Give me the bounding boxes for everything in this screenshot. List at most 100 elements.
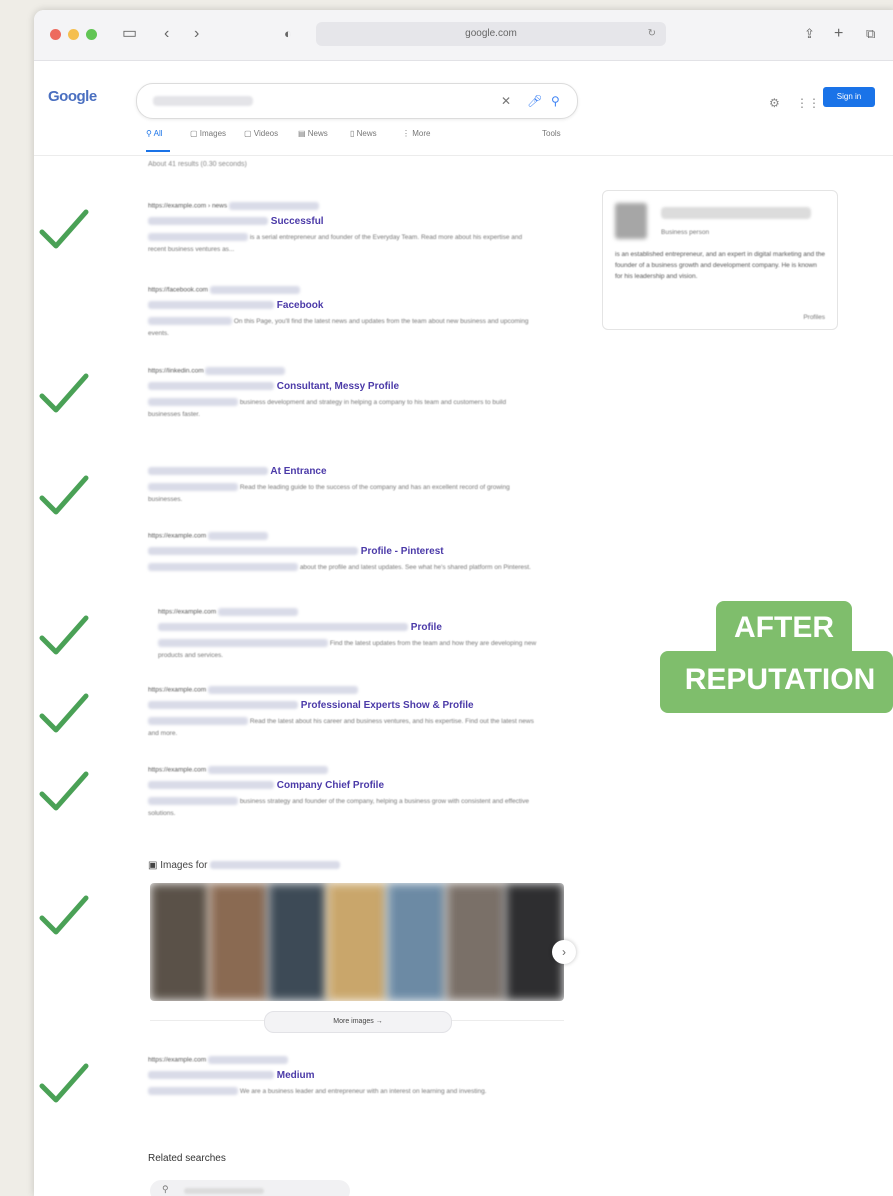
new-tab-icon[interactable]: +	[834, 23, 843, 45]
result-title[interactable]: Successful	[148, 216, 538, 230]
search-result[interactable]: https://example.com Medium We are a busi…	[148, 1056, 538, 1098]
related-searches-header: Related searches	[148, 1153, 226, 1164]
shield-icon[interactable]: ◐	[284, 23, 292, 45]
tab-videos-icon: ▢	[244, 129, 254, 138]
forward-icon[interactable]: ›	[194, 23, 199, 45]
tab-news-icon: ▤	[298, 129, 308, 138]
result-snippet: business development and strategy in hel…	[148, 398, 507, 418]
result-url[interactable]: https://facebook.com	[148, 286, 538, 296]
image-thumbnail[interactable]	[150, 883, 210, 1001]
microphone-icon[interactable]: 🎤︎	[527, 92, 542, 110]
image-thumbnail[interactable]	[268, 883, 328, 1001]
search-icon[interactable]: ⚲	[551, 92, 560, 110]
address-bar[interactable]: google.com ↻	[316, 22, 666, 46]
result-snippet: about the profile and latest updates. Se…	[148, 562, 538, 574]
result-title[interactable]: Profile - Pinterest	[148, 546, 538, 560]
search-icon: ⚲	[162, 1184, 169, 1194]
arrow-right-icon: →	[375, 1018, 383, 1025]
image-carousel[interactable]	[150, 883, 564, 1001]
search-query-blurred	[153, 96, 253, 106]
back-icon[interactable]: ‹	[164, 23, 169, 45]
result-title[interactable]: Company Chief Profile	[148, 780, 538, 794]
settings-icon[interactable]: ⚙	[769, 96, 780, 110]
search-result[interactable]: https://example.com › news Successful is…	[148, 202, 538, 256]
search-result[interactable]: https://facebook.com Facebook On this Pa…	[148, 286, 538, 340]
tab-all-icon: ⚲	[146, 129, 154, 138]
search-result[interactable]: https://example.com Profile Find the lat…	[158, 608, 538, 662]
carousel-next-button[interactable]: ›	[552, 940, 576, 964]
result-url[interactable]: https://linkedin.com	[148, 367, 538, 377]
result-title[interactable]: At Entrance	[148, 466, 538, 480]
checkmark-icon	[36, 1060, 90, 1106]
badge-line-2: REPUTATION	[684, 663, 876, 696]
zoom-window-button[interactable]	[86, 29, 97, 40]
search-result[interactable]: https://example.com Professional Experts…	[148, 686, 538, 740]
search-input[interactable]: ✕ 🎤︎ ⚲	[136, 83, 578, 119]
result-url[interactable]: https://example.com	[148, 532, 538, 542]
knowledge-panel: Business person is an established entrep…	[602, 190, 838, 330]
result-title[interactable]: Profile	[158, 622, 538, 636]
profile-photo[interactable]	[615, 203, 647, 239]
checkmark-icon	[36, 472, 90, 518]
clear-icon[interactable]: ✕	[501, 92, 511, 110]
share-icon[interactable]: ⇪	[804, 23, 815, 45]
result-url[interactable]: https://example.com › news	[148, 202, 538, 212]
result-snippet: We are a business leader and entrepreneu…	[148, 1086, 538, 1098]
image-thumbnail[interactable]	[445, 883, 505, 1001]
search-result[interactable]: https://example.com Profile - Pinterest …	[148, 532, 538, 574]
related-search-text-blurred	[184, 1188, 264, 1194]
result-url[interactable]: https://example.com	[148, 686, 538, 696]
tab-news-2[interactable]: ▯ News	[350, 129, 377, 138]
reload-icon[interactable]: ↻	[648, 22, 656, 46]
tab-news-2-icon: ▯	[350, 129, 357, 138]
tabs-overview-icon[interactable]: ⧉	[866, 23, 875, 45]
tab-images[interactable]: ▢ Images	[190, 129, 226, 138]
sign-in-button[interactable]: Sign in	[823, 87, 875, 107]
tab-news[interactable]: ▤ News	[298, 129, 328, 138]
search-result[interactable]: https://example.com Company Chief Profil…	[148, 766, 538, 820]
search-tabs: ⚲ All ▢ Images ▢ Videos ▤ News ▯ News ⋮ …	[146, 129, 586, 151]
google-logo[interactable]: Google	[48, 88, 97, 105]
result-title[interactable]: Facebook	[148, 300, 538, 314]
tab-tools[interactable]: Tools	[542, 129, 561, 138]
sidebar-icon[interactable]: ▭	[122, 23, 137, 45]
knowledge-panel-subtitle: Business person	[661, 229, 710, 236]
result-url[interactable]: https://example.com	[148, 1056, 538, 1066]
tab-videos[interactable]: ▢ Videos	[244, 129, 278, 138]
result-snippet: Read the latest about his career and bus…	[148, 717, 534, 737]
checkmark-icon	[36, 370, 90, 416]
image-icon: ▣	[148, 860, 161, 871]
search-result[interactable]: https://linkedin.com Consultant, Messy P…	[148, 367, 538, 421]
result-title[interactable]: Consultant, Messy Profile	[148, 381, 538, 395]
search-result[interactable]: At Entrance Read the leading guide to th…	[148, 462, 538, 506]
tab-images-icon: ▢	[190, 129, 200, 138]
image-thumbnail[interactable]	[386, 883, 446, 1001]
result-url[interactable]: https://example.com	[158, 608, 538, 618]
result-snippet: is a serial entrepreneur and founder of …	[148, 233, 523, 253]
tab-all[interactable]: ⚲ All	[146, 129, 163, 138]
checkmark-icon	[36, 690, 90, 736]
after-reputation-badge: AFTER REPUTATION	[660, 601, 893, 713]
result-url[interactable]: https://example.com	[148, 766, 538, 776]
result-title[interactable]: Medium	[148, 1070, 538, 1084]
result-stats: About 41 results (0.30 seconds)	[148, 161, 247, 168]
more-images-button[interactable]: More images →	[264, 1011, 452, 1033]
browser-toolbar: ▭ ‹ › ◐ google.com ↻ ⇪ + ⧉	[34, 10, 893, 61]
result-snippet: On this Page, you'll find the latest new…	[148, 317, 529, 337]
image-thumbnail[interactable]	[209, 883, 269, 1001]
images-section-header[interactable]: ▣ Images for	[148, 860, 341, 871]
related-search-chip[interactable]: ⚲	[150, 1180, 350, 1196]
checkmark-icon	[36, 612, 90, 658]
result-snippet: business strategy and founder of the com…	[148, 797, 529, 817]
tab-more[interactable]: ⋮ More	[402, 129, 430, 138]
close-window-button[interactable]	[50, 29, 61, 40]
knowledge-panel-more-link[interactable]: Profiles	[803, 314, 825, 321]
checkmark-icon	[36, 768, 90, 814]
result-snippet: Read the leading guide to the success of…	[148, 483, 510, 503]
apps-grid-icon[interactable]: ⋮⋮	[796, 96, 820, 110]
active-tab-indicator	[146, 150, 170, 152]
checkmark-icon	[36, 892, 90, 938]
image-thumbnail[interactable]	[327, 883, 387, 1001]
minimize-window-button[interactable]	[68, 29, 79, 40]
result-title[interactable]: Professional Experts Show & Profile	[148, 700, 538, 714]
